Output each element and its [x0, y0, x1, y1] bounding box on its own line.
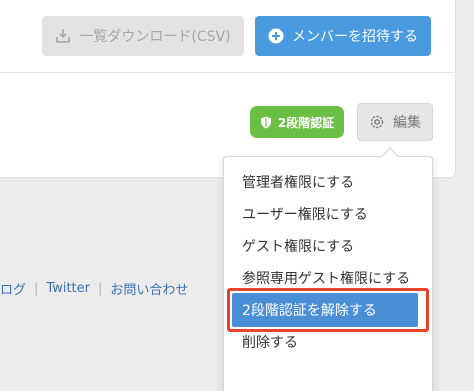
highlight-annotation-frame: [227, 288, 429, 332]
menu-item-make-admin[interactable]: 管理者権限にする: [242, 170, 354, 194]
invite-member-label: メンバーを招待する: [292, 29, 418, 45]
menu-item-make-readonly-guest[interactable]: 参照専用ゲスト権限にする: [242, 266, 410, 290]
download-csv-label: 一覧ダウンロード(CSV): [79, 29, 231, 45]
plus-circle-icon: [268, 28, 284, 44]
download-icon: [55, 28, 71, 44]
shield-icon: [260, 116, 272, 129]
invite-member-button[interactable]: メンバーを招待する: [255, 16, 431, 56]
download-csv-button[interactable]: 一覧ダウンロード(CSV): [42, 16, 244, 56]
footer-separator: |: [34, 280, 39, 296]
footer-link-log[interactable]: ログ: [0, 279, 26, 298]
edit-label: 編集: [393, 115, 421, 131]
footer-links: ログ | Twitter | お問い合わせ: [0, 278, 188, 298]
two-factor-badge: 2段階認証: [250, 106, 344, 138]
edit-button[interactable]: 編集: [357, 103, 433, 141]
gear-icon: [369, 114, 385, 130]
two-factor-badge-label: 2段階認証: [277, 115, 335, 130]
menu-item-make-guest[interactable]: ゲスト権限にする: [242, 234, 354, 258]
footer-link-twitter[interactable]: Twitter: [46, 281, 90, 296]
card-divider: [0, 72, 456, 73]
footer-separator: |: [97, 280, 103, 296]
footer-link-contact[interactable]: お問い合わせ: [110, 279, 188, 298]
menu-item-delete[interactable]: 削除する: [242, 330, 298, 354]
menu-item-make-user[interactable]: ユーザー権限にする: [242, 202, 368, 226]
